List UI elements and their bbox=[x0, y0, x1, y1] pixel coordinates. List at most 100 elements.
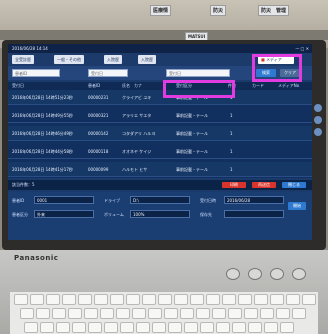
key[interactable] bbox=[136, 322, 150, 333]
key[interactable] bbox=[216, 322, 230, 333]
hw-button[interactable] bbox=[270, 268, 284, 280]
key[interactable] bbox=[72, 322, 86, 333]
cell-id: 00000118 bbox=[88, 149, 109, 154]
start-button[interactable]: 開始 bbox=[288, 202, 306, 210]
key[interactable] bbox=[228, 308, 242, 319]
table-row[interactable]: 2016年06月28日 14時51分23秒 00000231 クライアビ ユキ … bbox=[8, 90, 312, 105]
key[interactable] bbox=[14, 294, 28, 305]
key[interactable] bbox=[56, 322, 70, 333]
key[interactable] bbox=[116, 308, 130, 319]
window-controls[interactable]: — □ ✕ bbox=[295, 44, 309, 53]
col-date[interactable]: 受付日 bbox=[12, 82, 24, 90]
table-row[interactable]: 2016年06月28日 14時41分17秒 00000099 ハルモト ヒサ 事… bbox=[8, 162, 312, 177]
detail-label: 保存先 bbox=[200, 212, 212, 217]
table-row[interactable]: 2016年06月28日 14時49分55秒 00000321 アラリエ サエタ … bbox=[8, 108, 312, 123]
key[interactable] bbox=[200, 322, 214, 333]
detail-patient-id[interactable]: 0001 bbox=[34, 196, 94, 204]
key[interactable] bbox=[104, 322, 118, 333]
table-row[interactable]: 2016年06月28日 14時46分49秒 00000142 コタダアリ ハルヨ… bbox=[8, 126, 312, 141]
status-bar: 該当件数：5 印刷 再送信 閉じる bbox=[8, 180, 312, 190]
col-card[interactable]: カード bbox=[252, 82, 264, 90]
key[interactable] bbox=[196, 308, 210, 319]
key[interactable] bbox=[164, 308, 178, 319]
key[interactable] bbox=[46, 294, 60, 305]
key[interactable] bbox=[276, 308, 290, 319]
keyboard bbox=[10, 292, 318, 334]
key[interactable] bbox=[68, 308, 82, 319]
key[interactable] bbox=[212, 308, 226, 319]
key[interactable] bbox=[168, 322, 182, 333]
date-to-field[interactable]: 受付日 bbox=[166, 69, 230, 77]
resend-button[interactable]: 再送信 bbox=[252, 182, 276, 188]
side-button[interactable] bbox=[314, 104, 322, 112]
key[interactable] bbox=[174, 294, 188, 305]
key[interactable] bbox=[232, 322, 246, 333]
key[interactable] bbox=[180, 308, 194, 319]
col-name[interactable]: 氏名 カナ bbox=[122, 82, 142, 90]
key[interactable] bbox=[132, 308, 146, 319]
key[interactable] bbox=[36, 308, 50, 319]
tab-all[interactable]: 全受診歴 bbox=[12, 55, 34, 64]
key[interactable] bbox=[260, 308, 274, 319]
key[interactable] bbox=[52, 308, 66, 319]
key[interactable] bbox=[184, 322, 198, 333]
table-row[interactable]: 2016年06月28日 14時44分58秒 00000118 オオネヤ ケイジ … bbox=[8, 144, 312, 159]
key[interactable] bbox=[286, 294, 300, 305]
key[interactable] bbox=[62, 294, 76, 305]
key[interactable] bbox=[40, 322, 54, 333]
key[interactable] bbox=[142, 294, 156, 305]
key[interactable] bbox=[206, 294, 220, 305]
hw-button[interactable] bbox=[292, 268, 306, 280]
key[interactable] bbox=[292, 308, 306, 319]
date-from-field[interactable]: 受付日 bbox=[88, 69, 128, 77]
col-patient-id[interactable]: 患者ID bbox=[88, 82, 100, 90]
key[interactable] bbox=[238, 294, 252, 305]
print-button[interactable]: 印刷 bbox=[222, 182, 246, 188]
key[interactable] bbox=[110, 294, 124, 305]
key[interactable] bbox=[280, 322, 294, 333]
power-button[interactable] bbox=[226, 268, 240, 280]
key[interactable] bbox=[24, 322, 38, 333]
key[interactable] bbox=[20, 308, 34, 319]
detail-drive[interactable]: D:\ bbox=[130, 196, 190, 204]
hw-button[interactable] bbox=[248, 268, 262, 280]
key[interactable] bbox=[120, 322, 134, 333]
key[interactable] bbox=[244, 308, 258, 319]
key[interactable] bbox=[254, 294, 268, 305]
key[interactable] bbox=[264, 322, 278, 333]
tab-general[interactable]: 一般・その他 bbox=[54, 55, 84, 64]
key[interactable] bbox=[190, 294, 204, 305]
detail-category[interactable]: 外来 bbox=[34, 210, 94, 218]
key[interactable] bbox=[152, 322, 166, 333]
tab-admission[interactable]: 入院歴 bbox=[104, 55, 122, 64]
highlight-box-media-button bbox=[252, 54, 302, 82]
close-button[interactable]: 閉じる bbox=[282, 182, 306, 188]
key[interactable] bbox=[248, 322, 262, 333]
detail-panel: 患者ID 0001 ドライブ D:\ 受付日時 2016/06/28 患者区分 … bbox=[8, 192, 312, 240]
side-button[interactable] bbox=[314, 116, 322, 124]
col-media[interactable]: メディアNo bbox=[278, 82, 299, 90]
tab-admission-2[interactable]: 入院歴 bbox=[138, 55, 156, 64]
patient-id-field[interactable]: 患者ID bbox=[12, 69, 60, 77]
key[interactable] bbox=[88, 322, 102, 333]
cell-type: 事前記載・テール bbox=[176, 113, 208, 118]
detail-date[interactable]: 2016/06/28 bbox=[224, 196, 284, 204]
detail-destination[interactable] bbox=[224, 210, 284, 218]
key[interactable] bbox=[158, 294, 172, 305]
key[interactable] bbox=[30, 294, 44, 305]
detail-label: ドライブ bbox=[104, 198, 120, 203]
result-count: 該当件数：5 bbox=[12, 182, 35, 187]
key[interactable] bbox=[126, 294, 140, 305]
key[interactable] bbox=[84, 308, 98, 319]
key[interactable] bbox=[302, 294, 316, 305]
key[interactable] bbox=[222, 294, 236, 305]
detail-volume[interactable]: 100% bbox=[130, 210, 190, 218]
key[interactable] bbox=[78, 294, 92, 305]
key[interactable] bbox=[148, 308, 162, 319]
key[interactable] bbox=[270, 294, 284, 305]
key[interactable] bbox=[100, 308, 114, 319]
wall-note: 防災 管理 bbox=[258, 5, 290, 16]
cell-id: 00000231 bbox=[88, 95, 109, 100]
key[interactable] bbox=[94, 294, 108, 305]
side-button[interactable] bbox=[314, 128, 322, 136]
